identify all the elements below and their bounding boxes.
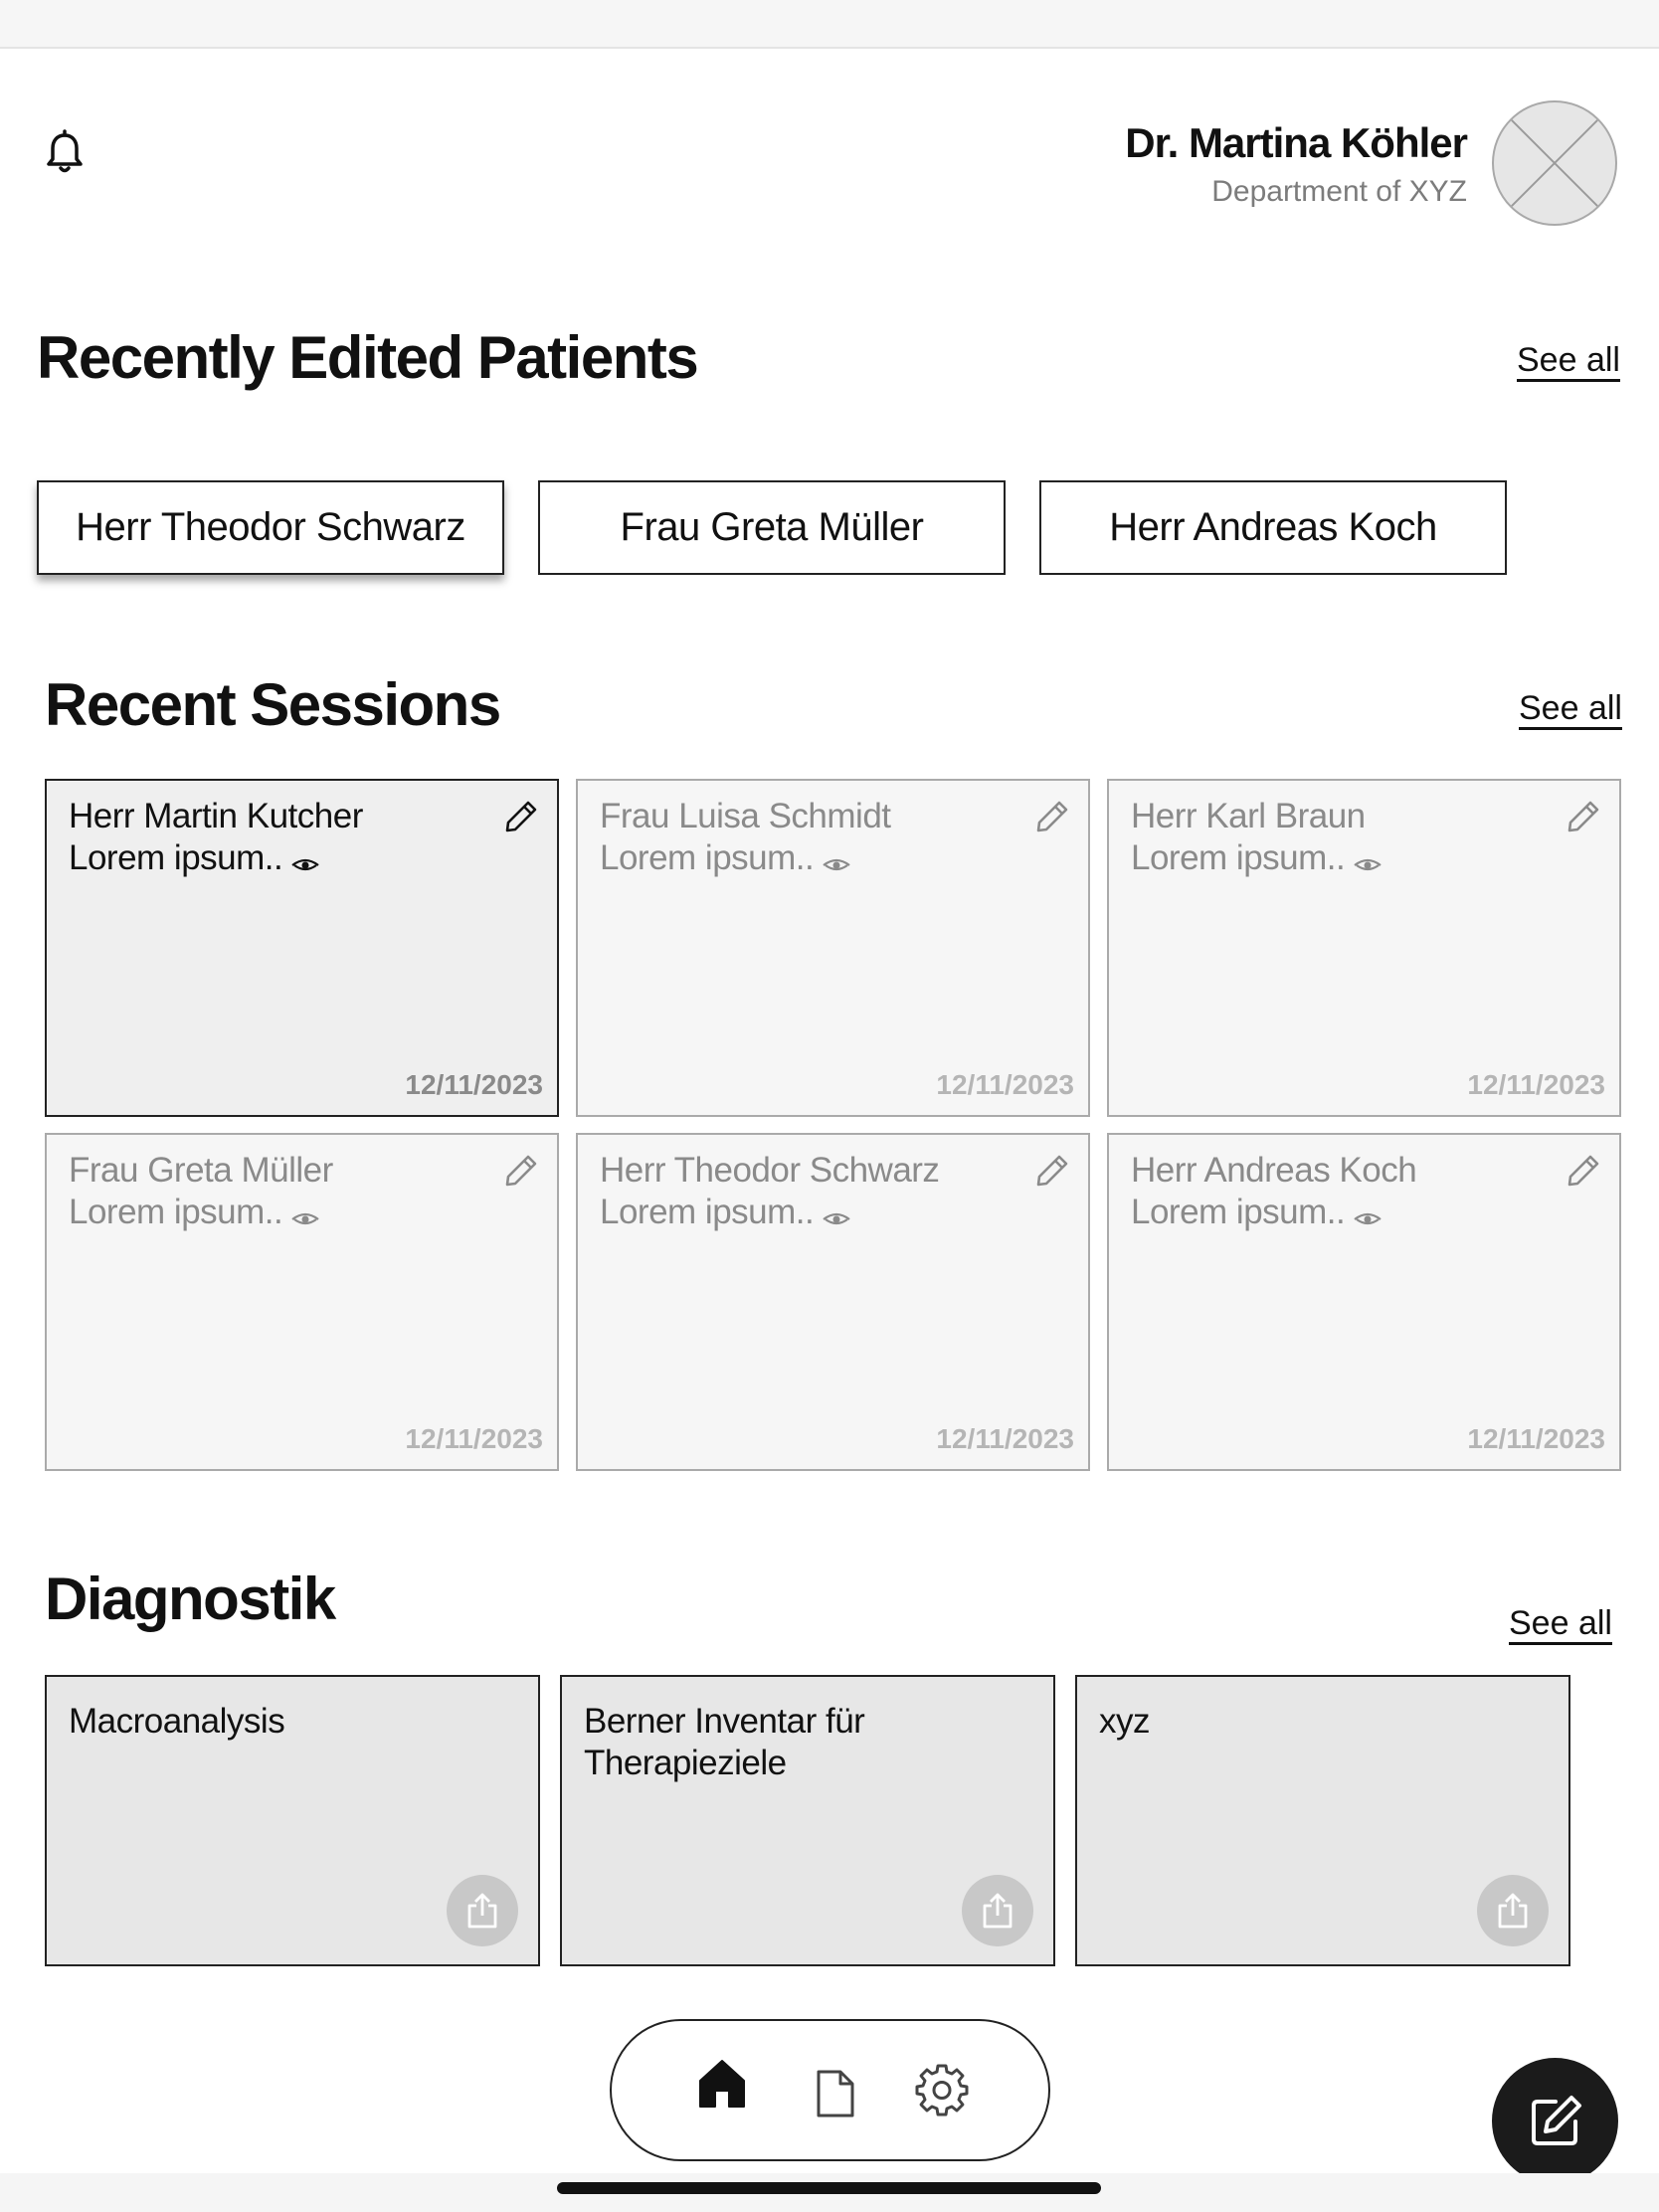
session-patient-name: Frau Luisa Schmidt (600, 797, 891, 835)
session-snippet-row: Lorem ipsum.. (600, 1193, 851, 1232)
share-button[interactable] (1477, 1875, 1549, 1946)
session-date: 12/11/2023 (936, 1423, 1074, 1454)
session-date: 12/11/2023 (405, 1423, 543, 1454)
patient-chip[interactable]: Herr Andreas Koch (1039, 480, 1507, 575)
session-date: 12/11/2023 (1467, 1423, 1605, 1454)
patient-chip[interactable]: Frau Greta Müller (538, 480, 1006, 575)
diagnostik-card-title: xyz (1099, 1702, 1151, 1741)
document-icon[interactable] (816, 2069, 855, 2119)
session-snippet: Lorem ipsum.. (69, 1193, 283, 1231)
gear-icon[interactable] (915, 2063, 969, 2117)
compose-button[interactable] (1492, 2058, 1618, 2184)
eye-icon[interactable] (822, 853, 851, 873)
share-button[interactable] (447, 1875, 518, 1946)
eye-icon[interactable] (822, 1207, 851, 1227)
home-icon[interactable] (697, 2057, 747, 2111)
edit-pencil-icon[interactable] (1034, 1153, 1070, 1189)
session-snippet: Lorem ipsum.. (69, 838, 283, 877)
session-card[interactable]: Herr Theodor Schwarz Lorem ipsum.. 12/11/2… (576, 1133, 1090, 1471)
session-card[interactable]: Herr Andreas Koch Lorem ipsum.. 12/11/2023 (1107, 1133, 1621, 1471)
session-snippet-row: Lorem ipsum.. (69, 838, 320, 878)
home-indicator[interactable] (557, 2182, 1101, 2194)
session-snippet: Lorem ipsum.. (1131, 1193, 1346, 1231)
recent-sessions-title: Recent Sessions (45, 671, 501, 738)
eye-icon[interactable] (1353, 1207, 1382, 1227)
bottom-nav (610, 2019, 1050, 2161)
session-snippet: Lorem ipsum.. (1131, 838, 1346, 877)
diagnostik-card-title: Berner Inventar für Therapieziele (584, 1702, 865, 1782)
session-patient-name: Herr Andreas Koch (1131, 1151, 1417, 1190)
session-snippet: Lorem ipsum.. (600, 1193, 815, 1231)
session-snippet-row: Lorem ipsum.. (1131, 838, 1382, 878)
session-date: 12/11/2023 (1467, 1069, 1605, 1100)
session-patient-name: Frau Greta Müller (69, 1151, 333, 1190)
diagnostik-see-all-link[interactable]: See all (1509, 1604, 1612, 1643)
session-patient-name: Herr Theodor Schwarz (600, 1151, 940, 1190)
eye-icon[interactable] (290, 1207, 320, 1227)
share-button[interactable] (962, 1875, 1033, 1946)
edit-pencil-icon[interactable] (1566, 1153, 1601, 1189)
session-snippet-row: Lorem ipsum.. (1131, 1193, 1382, 1232)
diagnostik-card[interactable]: xyz (1075, 1675, 1570, 1966)
avatar[interactable] (1492, 100, 1617, 226)
status-bar (0, 0, 1659, 49)
user-name: Dr. Martina Köhler (1125, 119, 1468, 166)
eye-icon[interactable] (290, 853, 320, 873)
share-icon (1498, 1893, 1528, 1929)
bell-icon[interactable] (40, 127, 90, 177)
diagnostik-title: Diagnostik (45, 1566, 336, 1632)
recent-sessions-see-all-link[interactable]: See all (1519, 689, 1622, 728)
edit-pencil-icon[interactable] (1566, 799, 1601, 834)
share-icon (983, 1893, 1013, 1929)
session-card[interactable]: Herr Martin Kutcher Lorem ipsum.. 12/11/20… (45, 779, 559, 1117)
recent-patients-title: Recently Edited Patients (37, 324, 699, 391)
diagnostik-card-title: Macroanalysis (69, 1702, 285, 1741)
edit-pencil-icon[interactable] (503, 799, 539, 834)
session-card[interactable]: Herr Karl Braun Lorem ipsum.. 12/11/2023 (1107, 779, 1621, 1117)
diagnostik-card[interactable]: Macroanalysis (45, 1675, 540, 1966)
recent-patients-see-all-link[interactable]: See all (1517, 341, 1620, 380)
session-snippet: Lorem ipsum.. (600, 838, 815, 877)
session-date: 12/11/2023 (936, 1069, 1074, 1100)
user-department: Department of XYZ (1211, 175, 1467, 208)
patient-chip[interactable]: Herr Theodor Schwarz (37, 480, 504, 575)
compose-icon (1531, 2095, 1581, 2145)
avatar-placeholder-icon (1510, 118, 1599, 208)
session-snippet-row: Lorem ipsum.. (69, 1193, 320, 1232)
diagnostik-card[interactable]: Berner Inventar für Therapieziele (560, 1675, 1055, 1966)
edit-pencil-icon[interactable] (1034, 799, 1070, 834)
session-patient-name: Herr Martin Kutcher (69, 797, 363, 835)
session-snippet-row: Lorem ipsum.. (600, 838, 851, 878)
session-card[interactable]: Frau Greta Müller Lorem ipsum.. 12/11/2023 (45, 1133, 559, 1471)
session-card[interactable]: Frau Luisa Schmidt Lorem ipsum.. 12/11/202… (576, 779, 1090, 1117)
session-date: 12/11/2023 (405, 1069, 543, 1100)
eye-icon[interactable] (1353, 853, 1382, 873)
share-icon (467, 1893, 497, 1929)
session-patient-name: Herr Karl Braun (1131, 797, 1366, 835)
edit-pencil-icon[interactable] (503, 1153, 539, 1189)
